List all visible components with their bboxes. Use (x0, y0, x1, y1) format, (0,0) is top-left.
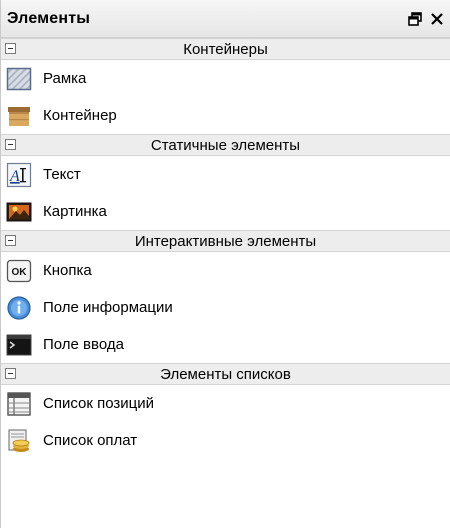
payments-list-icon (5, 427, 33, 455)
item-label: Поле информации (43, 299, 173, 316)
group-label: Контейнеры (183, 40, 268, 58)
item-picture[interactable]: Картинка (1, 193, 450, 230)
item-frame[interactable]: Рамка (1, 60, 450, 97)
frame-icon (5, 65, 33, 93)
group-interactive-elements-header[interactable]: Интерактивные элементы (1, 230, 450, 252)
close-icon[interactable] (428, 10, 446, 28)
input-field-icon (5, 331, 33, 359)
float-window-icon[interactable] (406, 10, 424, 28)
group-label: Интерактивные элементы (134, 232, 317, 250)
item-label: Список оплат (43, 432, 138, 449)
item-label: Контейнер (43, 107, 117, 124)
collapse-toggle-icon[interactable] (5, 43, 16, 54)
text-icon: A (5, 161, 33, 189)
positions-list-icon (5, 390, 33, 418)
group-label: Элементы списков (160, 365, 291, 383)
container-icon (5, 102, 33, 130)
svg-text:OK: OK (12, 267, 28, 278)
picture-icon (5, 198, 33, 226)
item-info-field[interactable]: Поле информации (1, 289, 450, 326)
info-icon (5, 294, 33, 322)
item-text[interactable]: A Текст (1, 156, 450, 193)
item-label: Список позиций (43, 395, 154, 412)
ok-button-icon: OK (5, 257, 33, 285)
group-containers-header[interactable]: Контейнеры (1, 38, 450, 60)
item-input-field[interactable]: Поле ввода (1, 326, 450, 363)
item-label: Поле ввода (43, 336, 124, 353)
item-payments-list[interactable]: Список оплат (1, 422, 450, 459)
item-container[interactable]: Контейнер (1, 97, 450, 134)
group-static-elements-header[interactable]: Статичные элементы (1, 134, 450, 156)
item-button[interactable]: OK Кнопка (1, 252, 450, 289)
group-list-elements-header[interactable]: Элементы списков (1, 363, 450, 385)
elements-panel: Элементы Контейнеры Рамка Контейнер Стат… (0, 0, 450, 528)
item-label: Картинка (43, 203, 107, 220)
group-label: Статичные элементы (150, 136, 301, 154)
collapse-toggle-icon[interactable] (5, 235, 16, 246)
panel-title: Элементы (7, 9, 91, 27)
collapse-toggle-icon[interactable] (5, 368, 16, 379)
item-positions-list[interactable]: Список позиций (1, 385, 450, 422)
item-label: Кнопка (43, 262, 92, 279)
collapse-toggle-icon[interactable] (5, 139, 16, 150)
item-label: Рамка (43, 70, 87, 87)
svg-text:A: A (9, 168, 20, 185)
panel-titlebar: Элементы (1, 0, 450, 38)
item-label: Текст (43, 166, 81, 183)
